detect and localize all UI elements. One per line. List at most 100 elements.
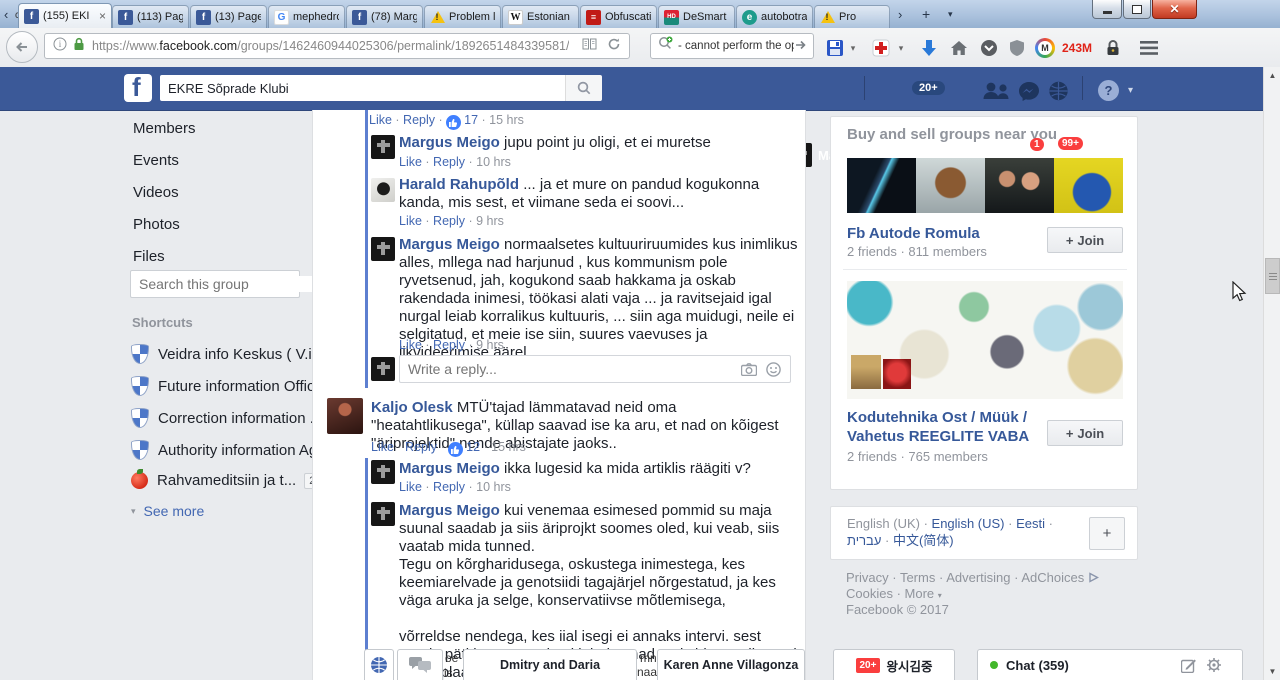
like-link[interactable]: Like bbox=[399, 480, 422, 494]
page-info-icon[interactable]: i bbox=[53, 37, 67, 56]
chat-conversations-tab[interactable] bbox=[397, 649, 443, 680]
pocket-icon[interactable] bbox=[976, 35, 1002, 61]
reader-mode-icon[interactable] bbox=[582, 37, 597, 55]
close-tab-icon[interactable] bbox=[99, 10, 106, 22]
address-bar[interactable]: i https://www.facebook.com/groups/146246… bbox=[44, 33, 630, 59]
chat-sidebar-toggle[interactable]: Chat (359) bbox=[977, 649, 1243, 680]
group-search-box[interactable] bbox=[130, 270, 342, 298]
save-dropdown-icon[interactable]: ▾ bbox=[846, 35, 860, 61]
more-link[interactable]: More bbox=[905, 586, 935, 601]
facebook-logo[interactable]: f bbox=[124, 74, 152, 102]
sidebar-item-members[interactable]: Members bbox=[133, 120, 196, 137]
advertising-link[interactable]: Advertising bbox=[935, 570, 1010, 585]
browser-tab[interactable]: (113) Page bbox=[112, 5, 189, 28]
padlock-addon-icon[interactable] bbox=[1100, 35, 1126, 61]
facebook-search-input[interactable] bbox=[160, 75, 565, 101]
language-link[interactable]: Eesti bbox=[1016, 516, 1045, 531]
reload-icon[interactable] bbox=[607, 37, 621, 56]
see-more-link[interactable]: ▾ See more bbox=[131, 503, 204, 519]
multicolor-m-addon-icon[interactable]: M bbox=[1032, 35, 1058, 61]
reply-link[interactable]: Reply bbox=[394, 440, 437, 454]
like-link[interactable]: Like bbox=[369, 113, 392, 127]
chat-settings-gear-icon[interactable] bbox=[1206, 657, 1222, 673]
browser-tab[interactable]: Problem lo bbox=[424, 5, 501, 28]
scrollbar-thumb[interactable] bbox=[1265, 258, 1280, 294]
commenter-name-link[interactable]: Margus Meigo bbox=[399, 502, 504, 519]
like-count[interactable]: 17 bbox=[435, 113, 478, 130]
sidebar-item-events[interactable]: Events bbox=[133, 152, 179, 169]
commenter-avatar[interactable] bbox=[327, 398, 363, 434]
browser-tab[interactable]: Pro bbox=[814, 5, 890, 28]
addon-counter-badge[interactable]: 243M bbox=[1062, 41, 1092, 55]
commenter-avatar[interactable] bbox=[371, 178, 395, 202]
add-language-button[interactable]: + bbox=[1089, 517, 1125, 550]
shortcut-item[interactable]: Veidra info Keskus ( V.i.... bbox=[131, 344, 328, 364]
new-tab-button[interactable]: + bbox=[922, 7, 930, 21]
messenger-icon[interactable] bbox=[1018, 81, 1040, 106]
like-link[interactable]: Like bbox=[371, 440, 394, 454]
group-cover-collage[interactable] bbox=[847, 158, 1123, 213]
browser-tab[interactable]: (13) Page n bbox=[190, 5, 267, 28]
page-scrollbar[interactable]: ▲ ▼ bbox=[1263, 67, 1280, 680]
shortcut-item[interactable]: Rahvameditsiin ja t... 20+ bbox=[131, 469, 333, 489]
search-go-icon[interactable] bbox=[795, 37, 807, 55]
reply-link[interactable]: Reply bbox=[422, 155, 465, 169]
search-bar[interactable]: - cannot perform the operatio bbox=[650, 33, 814, 59]
language-link[interactable]: עברית bbox=[847, 533, 881, 548]
shortcut-item[interactable]: Future information Offic... bbox=[131, 376, 327, 396]
close-button[interactable]: ✕ bbox=[1152, 0, 1197, 19]
commenter-name-link[interactable]: Margus Meigo bbox=[399, 460, 504, 477]
commenter-avatar[interactable] bbox=[371, 460, 395, 484]
tab-scroll-right-icon[interactable]: › bbox=[898, 8, 902, 21]
minimize-button[interactable] bbox=[1092, 0, 1122, 19]
commenter-avatar[interactable] bbox=[371, 135, 395, 159]
like-link[interactable]: Like bbox=[399, 338, 422, 352]
terms-link[interactable]: Terms bbox=[889, 570, 936, 585]
camera-icon[interactable] bbox=[741, 362, 757, 376]
scroll-up-arrow[interactable]: ▲ bbox=[1264, 67, 1280, 84]
chat-tab[interactable]: Dmitry and Daria bbox=[463, 649, 637, 680]
save-page-icon[interactable] bbox=[822, 35, 848, 61]
reply-link[interactable]: Reply bbox=[422, 338, 465, 352]
chat-tab[interactable]: 20+ 왕시김중 bbox=[833, 649, 955, 680]
reply-input[interactable] bbox=[400, 361, 741, 377]
group-name-link[interactable]: Fb Autode Romula bbox=[847, 224, 980, 243]
like-link[interactable]: Like bbox=[399, 155, 422, 169]
browser-tab-active[interactable]: (155) EKI bbox=[18, 3, 112, 28]
group-cover-photo[interactable] bbox=[847, 281, 1123, 399]
join-group-button[interactable]: + Join bbox=[1047, 227, 1123, 253]
help-icon[interactable]: ? bbox=[1098, 80, 1119, 101]
reply-composer[interactable] bbox=[399, 355, 791, 383]
group-name-link[interactable]: Kodutehnika Ost / Müük / Vahetus REEGLIT… bbox=[847, 408, 1043, 446]
sidebar-item-videos[interactable]: Videos bbox=[133, 184, 179, 201]
browser-tab[interactable]: (78) Margu bbox=[346, 5, 423, 28]
commenter-name-link[interactable]: Harald Rahupõld bbox=[399, 176, 523, 193]
friend-requests-icon[interactable] bbox=[982, 81, 1012, 104]
commenter-name-link[interactable]: Kaljo Olesk bbox=[371, 399, 457, 416]
menu-hamburger-icon[interactable] bbox=[1134, 35, 1164, 61]
scroll-down-arrow[interactable]: ▼ bbox=[1264, 663, 1280, 680]
tab-list-dropdown-icon[interactable]: ▾ bbox=[948, 10, 953, 19]
facebook-search[interactable] bbox=[160, 75, 602, 101]
join-group-button[interactable]: + Join bbox=[1047, 420, 1123, 446]
browser-tab[interactable]: autobotran bbox=[736, 5, 813, 28]
medic-dropdown-icon[interactable]: ▾ bbox=[894, 35, 908, 61]
search-engine-icon[interactable] bbox=[658, 36, 673, 56]
facebook-search-button[interactable] bbox=[565, 75, 602, 101]
commenter-avatar[interactable] bbox=[371, 237, 395, 261]
shortcut-item[interactable]: Correction information ... bbox=[131, 408, 322, 428]
privacy-link[interactable]: Privacy bbox=[846, 570, 889, 585]
sidebar-item-photos[interactable]: Photos bbox=[133, 216, 180, 233]
notifications-globe-icon[interactable] bbox=[1048, 81, 1069, 106]
browser-tab[interactable]: Obfuscatin bbox=[580, 5, 657, 28]
commenter-name-link[interactable]: Margus Meigo bbox=[399, 134, 504, 151]
medic-addon-icon[interactable] bbox=[868, 35, 894, 61]
language-link[interactable]: 中文(简体) bbox=[893, 533, 954, 548]
sidebar-item-files[interactable]: Files bbox=[133, 248, 165, 265]
reply-link[interactable]: Reply bbox=[392, 113, 435, 127]
shortcut-item[interactable]: Authority information Ag... bbox=[131, 440, 330, 460]
home-icon[interactable] bbox=[946, 35, 972, 61]
shield-addon-icon[interactable] bbox=[1004, 35, 1030, 61]
tab-scroll-left-icon[interactable]: ‹ bbox=[4, 8, 8, 21]
reply-link[interactable]: Reply bbox=[422, 480, 465, 494]
